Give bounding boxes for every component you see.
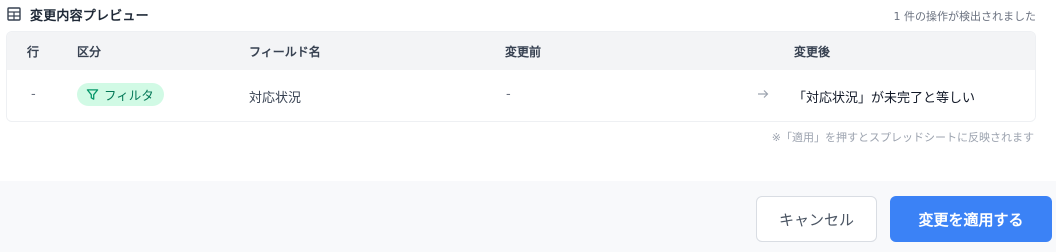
apply-note: ※「適用」を押すとスプレッドシートに反映されます — [771, 131, 1034, 144]
row-number: - — [31, 87, 36, 102]
apply-changes-button[interactable]: 変更を適用する — [890, 196, 1052, 242]
table-icon — [7, 7, 21, 21]
preview-header: 変更内容プレビュー 1 件の操作が検出されました — [0, 0, 1056, 30]
before-value: - — [506, 87, 511, 102]
cancel-button[interactable]: キャンセル — [756, 196, 877, 242]
category-label: フィルタ — [104, 88, 154, 103]
column-header-before: 変更前 — [505, 45, 542, 59]
column-header-field: フィールド名 — [249, 45, 321, 59]
dialog-footer: キャンセル 変更を適用する — [0, 181, 1056, 252]
table-row: - フィルタ 対応状況 - 「対応状況」が未完了と等しい — [7, 70, 1035, 121]
table-header: 行 区分 フィールド名 変更前 変更後 — [7, 32, 1035, 70]
field-name: 対応状況 — [249, 91, 302, 106]
column-header-row: 行 — [27, 45, 40, 59]
arrow-right-icon — [758, 90, 769, 98]
filter-icon — [86, 89, 99, 100]
category-badge: フィルタ — [77, 83, 164, 106]
after-value: 「対応状況」が未完了と等しい — [793, 91, 976, 106]
column-header-category: 区分 — [77, 45, 102, 59]
column-header-after: 変更後 — [794, 45, 831, 59]
page-title: 変更内容プレビュー — [30, 9, 149, 24]
changes-table: 行 区分 フィールド名 変更前 変更後 - フィルタ 対応状況 - 「対応状況」… — [6, 31, 1036, 122]
detected-count: 1 件の操作が検出されました — [893, 10, 1037, 23]
